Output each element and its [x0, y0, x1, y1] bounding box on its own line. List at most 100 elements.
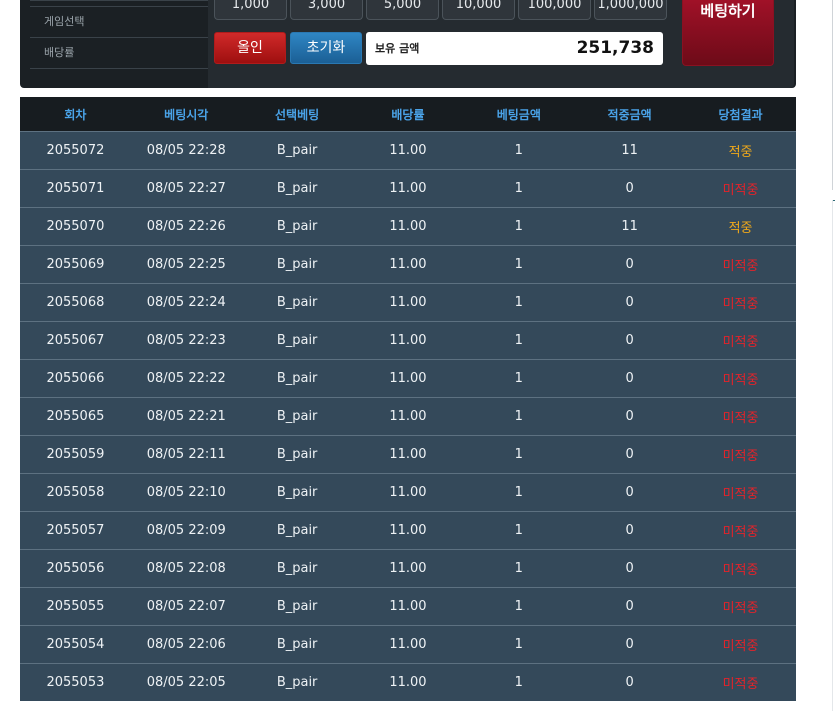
cell-selection: B_pair	[241, 321, 353, 360]
cell-win-amount: 0	[574, 663, 686, 701]
side-item-game-select[interactable]: 게임선택	[30, 7, 208, 38]
cell-win-amount: 11	[574, 131, 686, 170]
cell-selection: B_pair	[241, 625, 353, 664]
side-menu-top-divider	[30, 0, 208, 7]
cell-win-amount: 0	[574, 245, 686, 284]
cell-bet-amount: 1	[463, 397, 575, 436]
cell-bet-time: 08/05 22:21	[130, 397, 242, 436]
cell-bet-amount: 1	[463, 549, 575, 588]
cell-round: 2055054	[20, 625, 131, 664]
table-row: 2055069 08/05 22:25 B_pair 11.00 1 0 미적중	[20, 245, 796, 284]
table-row: 2055067 08/05 22:23 B_pair 11.00 1 0 미적중	[20, 321, 796, 360]
cell-selection: B_pair	[241, 435, 353, 474]
side-item-odds[interactable]: 배당률	[30, 38, 208, 69]
cell-selection: B_pair	[241, 131, 353, 170]
cell-odds: 11.00	[352, 511, 464, 550]
chip-row: 1,000 3,000 5,000 10,000 100,000 1,000,0…	[214, 0, 667, 20]
cell-selection: B_pair	[241, 397, 353, 436]
cell-result: 미적중	[685, 511, 796, 550]
chip-1000000-button[interactable]: 1,000,000	[594, 0, 667, 20]
cell-result: 미적중	[685, 359, 796, 398]
cell-selection: B_pair	[241, 169, 353, 208]
table-row: 2055066 08/05 22:22 B_pair 11.00 1 0 미적중	[20, 359, 796, 398]
table-row: 2055054 08/05 22:06 B_pair 11.00 1 0 미적중	[20, 625, 796, 664]
header-result: 당첨결과	[685, 97, 796, 132]
header-win-amount: 적중금액	[574, 97, 686, 132]
cell-bet-amount: 1	[463, 131, 575, 170]
cell-result: 미적중	[685, 625, 796, 664]
cell-round: 2055070	[20, 207, 131, 246]
bet-controls: 1,000 3,000 5,000 10,000 100,000 1,000,0…	[208, 0, 794, 88]
cell-round: 2055067	[20, 321, 131, 360]
balance-label: 보유 금액	[375, 42, 420, 55]
cell-odds: 11.00	[352, 587, 464, 626]
cell-bet-time: 08/05 22:08	[130, 549, 242, 588]
cell-bet-amount: 1	[463, 207, 575, 246]
table-row: 2055065 08/05 22:21 B_pair 11.00 1 0 미적중	[20, 397, 796, 436]
cell-result: 미적중	[685, 169, 796, 208]
right-edge-border	[832, 0, 833, 190]
cell-selection: B_pair	[241, 587, 353, 626]
cell-bet-amount: 1	[463, 283, 575, 322]
cell-win-amount: 11	[574, 207, 686, 246]
table-row: 2055056 08/05 22:08 B_pair 11.00 1 0 미적중	[20, 549, 796, 588]
cell-win-amount: 0	[574, 587, 686, 626]
betting-panel: 게임선택 배당률 1,000 3,000 5,000 10,000 100,00…	[20, 0, 796, 88]
cell-odds: 11.00	[352, 473, 464, 512]
cell-round: 2055055	[20, 587, 131, 626]
header-round: 회차	[20, 97, 131, 132]
header-bet-amount: 베팅금액	[463, 97, 575, 132]
cell-selection: B_pair	[241, 245, 353, 284]
cell-odds: 11.00	[352, 321, 464, 360]
cell-win-amount: 0	[574, 549, 686, 588]
cell-bet-amount: 1	[463, 359, 575, 398]
cell-win-amount: 0	[574, 473, 686, 512]
cell-result: 미적중	[685, 397, 796, 436]
header-bet-time: 베팅시각	[130, 97, 242, 132]
cell-bet-time: 08/05 22:22	[130, 359, 242, 398]
table-row: 2055057 08/05 22:09 B_pair 11.00 1 0 미적중	[20, 511, 796, 550]
cell-odds: 11.00	[352, 359, 464, 398]
chip-1000-button[interactable]: 1,000	[214, 0, 287, 20]
cell-round: 2055058	[20, 473, 131, 512]
chip-100000-button[interactable]: 100,000	[518, 0, 591, 20]
cell-result: 미적중	[685, 435, 796, 474]
cell-result: 미적중	[685, 549, 796, 588]
cell-result: 미적중	[685, 473, 796, 512]
cell-bet-time: 08/05 22:27	[130, 169, 242, 208]
all-in-button[interactable]: 올인	[214, 32, 286, 64]
balance-value: 251,738	[576, 38, 654, 58]
cell-bet-amount: 1	[463, 473, 575, 512]
side-menu: 게임선택 배당률	[30, 0, 208, 69]
chip-3000-button[interactable]: 3,000	[290, 0, 363, 20]
cell-win-amount: 0	[574, 435, 686, 474]
cell-result: 적중	[685, 131, 796, 170]
cell-odds: 11.00	[352, 207, 464, 246]
cell-odds: 11.00	[352, 625, 464, 664]
table-row: 2055068 08/05 22:24 B_pair 11.00 1 0 미적중	[20, 283, 796, 322]
cell-odds: 11.00	[352, 549, 464, 588]
cell-win-amount: 0	[574, 321, 686, 360]
table-body: 2055072 08/05 22:28 B_pair 11.00 1 11 적중 205507…	[20, 131, 796, 701]
chip-10000-button[interactable]: 10,000	[442, 0, 515, 20]
right-edge-border-lower	[832, 200, 833, 711]
cell-result: 미적중	[685, 587, 796, 626]
place-bet-button[interactable]: 베팅하기	[682, 0, 774, 66]
header-selection: 선택베팅	[241, 97, 353, 132]
table-row: 2055055 08/05 22:07 B_pair 11.00 1 0 미적중	[20, 587, 796, 626]
cell-selection: B_pair	[241, 359, 353, 398]
cell-bet-time: 08/05 22:28	[130, 131, 242, 170]
cell-bet-amount: 1	[463, 587, 575, 626]
table-header-row: 회차 베팅시각 선택베팅 배당률 베팅금액 적중금액 당첨결과	[20, 97, 796, 132]
table-row: 2055071 08/05 22:27 B_pair 11.00 1 0 미적중	[20, 169, 796, 208]
cell-bet-time: 08/05 22:11	[130, 435, 242, 474]
cell-bet-amount: 1	[463, 435, 575, 474]
cell-round: 2055057	[20, 511, 131, 550]
reset-button[interactable]: 초기화	[290, 32, 362, 64]
cell-odds: 11.00	[352, 663, 464, 701]
cell-selection: B_pair	[241, 207, 353, 246]
cell-selection: B_pair	[241, 473, 353, 512]
chip-5000-button[interactable]: 5,000	[366, 0, 439, 20]
cell-bet-time: 08/05 22:05	[130, 663, 242, 701]
cell-selection: B_pair	[241, 511, 353, 550]
